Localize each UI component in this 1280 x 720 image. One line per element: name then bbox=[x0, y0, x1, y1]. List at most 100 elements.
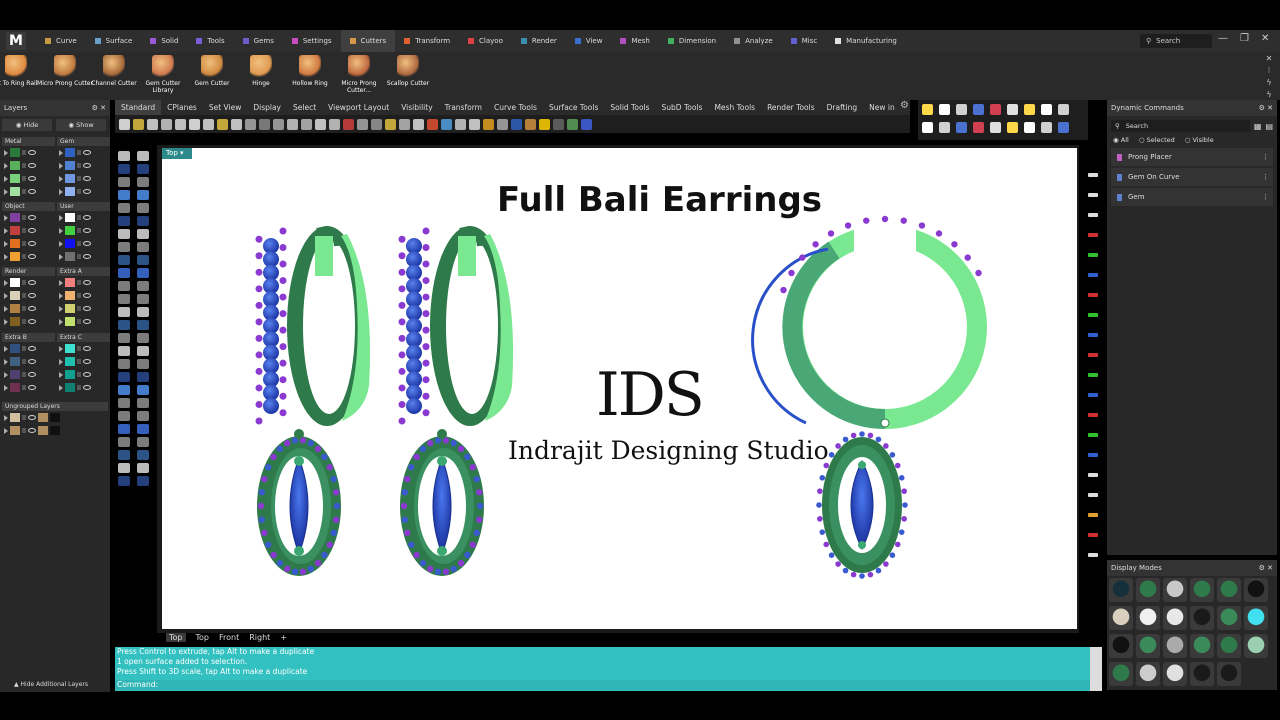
tool-icon[interactable] bbox=[118, 398, 130, 408]
layer-color-swatch[interactable] bbox=[50, 413, 60, 422]
display-mode-icon[interactable] bbox=[1190, 634, 1214, 658]
tool-icon[interactable] bbox=[137, 424, 149, 434]
expand-icon[interactable] bbox=[4, 384, 8, 391]
menu-tab-view[interactable]: View bbox=[566, 30, 612, 52]
toolbar-icon[interactable] bbox=[259, 118, 270, 130]
light-icon[interactable] bbox=[1058, 122, 1069, 133]
tool-icon[interactable] bbox=[118, 151, 130, 161]
axis-tool-icon[interactable] bbox=[1088, 233, 1098, 237]
eye-icon[interactable] bbox=[83, 150, 91, 155]
eye-icon[interactable] bbox=[83, 215, 91, 220]
toolbar-icon[interactable] bbox=[287, 118, 298, 130]
display-mode-icon[interactable] bbox=[1163, 662, 1187, 686]
axis-tool-icon[interactable] bbox=[1088, 493, 1098, 497]
dynamic-command-item[interactable]: Gem ⋮ bbox=[1111, 188, 1273, 206]
lock-icon[interactable] bbox=[22, 319, 26, 324]
axis-tool-icon[interactable] bbox=[1088, 473, 1098, 477]
grid-view-icon[interactable]: ▦ bbox=[1254, 122, 1262, 131]
lock-icon[interactable] bbox=[22, 415, 26, 420]
close-icon[interactable]: ✕ bbox=[100, 104, 106, 112]
lock-icon[interactable] bbox=[22, 359, 26, 364]
layer-group-header[interactable]: User bbox=[57, 202, 110, 211]
layer-group-header[interactable]: Gem bbox=[57, 137, 110, 146]
eye-icon[interactable] bbox=[28, 372, 36, 377]
minimize-button[interactable]: — bbox=[1218, 33, 1228, 44]
light-icon[interactable] bbox=[1007, 104, 1018, 115]
layer-color-swatch[interactable] bbox=[10, 278, 20, 287]
lock-icon[interactable] bbox=[22, 176, 26, 181]
tool-icon[interactable] bbox=[118, 424, 130, 434]
more-icon[interactable]: ⋮ bbox=[1262, 153, 1273, 161]
layer-color-swatch[interactable] bbox=[65, 187, 75, 196]
layer-color-swatch[interactable] bbox=[65, 304, 75, 313]
eye-icon[interactable] bbox=[28, 176, 36, 181]
eye-icon[interactable] bbox=[83, 319, 91, 324]
axis-tool-icon[interactable] bbox=[1088, 513, 1098, 517]
tool-icon[interactable] bbox=[118, 359, 130, 369]
tool-icon[interactable] bbox=[137, 216, 149, 226]
layer-row[interactable] bbox=[57, 289, 110, 302]
display-mode-icon[interactable] bbox=[1217, 578, 1241, 602]
tool-icon[interactable] bbox=[137, 255, 149, 265]
hide-button[interactable]: ◉ Hide bbox=[2, 119, 52, 131]
eye-icon[interactable] bbox=[83, 359, 91, 364]
layer-color-swatch[interactable] bbox=[10, 357, 20, 366]
layer-color-swatch[interactable] bbox=[65, 291, 75, 300]
tool-icon[interactable] bbox=[118, 190, 130, 200]
display-mode-icon[interactable] bbox=[1163, 634, 1187, 658]
menu-tab-analyze[interactable]: Analyze bbox=[725, 30, 782, 52]
lock-icon[interactable] bbox=[77, 359, 81, 364]
eye-icon[interactable] bbox=[28, 428, 36, 433]
lock-icon[interactable] bbox=[22, 293, 26, 298]
layer-row[interactable] bbox=[2, 315, 55, 328]
toolbar-icon[interactable] bbox=[161, 118, 172, 130]
ribbon-tool[interactable]: Gem Cutter bbox=[184, 52, 240, 87]
eye-icon[interactable] bbox=[28, 228, 36, 233]
tool-icon[interactable] bbox=[118, 437, 130, 447]
layer-color-swatch[interactable] bbox=[65, 239, 75, 248]
toolbar-icon[interactable] bbox=[203, 118, 214, 130]
expand-icon[interactable] bbox=[59, 345, 63, 352]
display-mode-icon[interactable] bbox=[1244, 578, 1268, 602]
toolbar-tab-visibility[interactable]: Visibility bbox=[395, 100, 438, 115]
axis-tool-icon[interactable] bbox=[1088, 553, 1098, 557]
layer-row[interactable] bbox=[2, 302, 55, 315]
tool-icon[interactable] bbox=[137, 359, 149, 369]
lock-icon[interactable] bbox=[22, 428, 26, 433]
menu-tab-clayoo[interactable]: Clayoo bbox=[459, 30, 512, 52]
bolt-icon[interactable]: ϟ bbox=[1266, 90, 1271, 99]
menu-tab-curve[interactable]: Curve bbox=[36, 30, 86, 52]
lock-icon[interactable] bbox=[77, 293, 81, 298]
layer-group-header[interactable]: Extra B bbox=[2, 333, 55, 342]
layer-row[interactable] bbox=[57, 355, 110, 368]
layer-group-header[interactable]: Render bbox=[2, 267, 55, 276]
tool-icon[interactable] bbox=[137, 476, 149, 486]
tool-icon[interactable] bbox=[137, 229, 149, 239]
menu-tab-cutters[interactable]: Cutters bbox=[340, 30, 396, 52]
toolbar-icon[interactable] bbox=[441, 118, 452, 130]
toolbar-tab-standard[interactable]: Standard bbox=[115, 100, 162, 115]
layer-color-swatch[interactable] bbox=[65, 357, 75, 366]
toolbar-icon[interactable] bbox=[455, 118, 466, 130]
toolbar-tab-viewport-layout[interactable]: Viewport Layout bbox=[322, 100, 395, 115]
ribbon-tool[interactable]: Hollow Ring bbox=[282, 52, 338, 87]
tool-icon[interactable] bbox=[118, 307, 130, 317]
eye-icon[interactable] bbox=[28, 280, 36, 285]
eye-icon[interactable] bbox=[28, 254, 36, 259]
layer-color-swatch[interactable] bbox=[65, 344, 75, 353]
layer-group-header[interactable]: Ungrouped Layers bbox=[2, 402, 108, 411]
eye-icon[interactable] bbox=[28, 385, 36, 390]
layer-row[interactable] bbox=[2, 159, 55, 172]
layer-color-swatch[interactable] bbox=[10, 370, 20, 379]
axis-tool-icon[interactable] bbox=[1088, 353, 1098, 357]
lock-icon[interactable] bbox=[77, 280, 81, 285]
display-mode-icon[interactable] bbox=[1109, 662, 1133, 686]
toolbar-icon[interactable] bbox=[273, 118, 284, 130]
layer-row[interactable] bbox=[2, 211, 55, 224]
expand-icon[interactable] bbox=[59, 240, 63, 247]
expand-icon[interactable] bbox=[4, 240, 8, 247]
layer-row[interactable] bbox=[2, 224, 55, 237]
lock-icon[interactable] bbox=[22, 254, 26, 259]
layer-color-swatch[interactable] bbox=[38, 413, 48, 422]
more-icon[interactable]: ⋮ bbox=[1262, 193, 1273, 201]
